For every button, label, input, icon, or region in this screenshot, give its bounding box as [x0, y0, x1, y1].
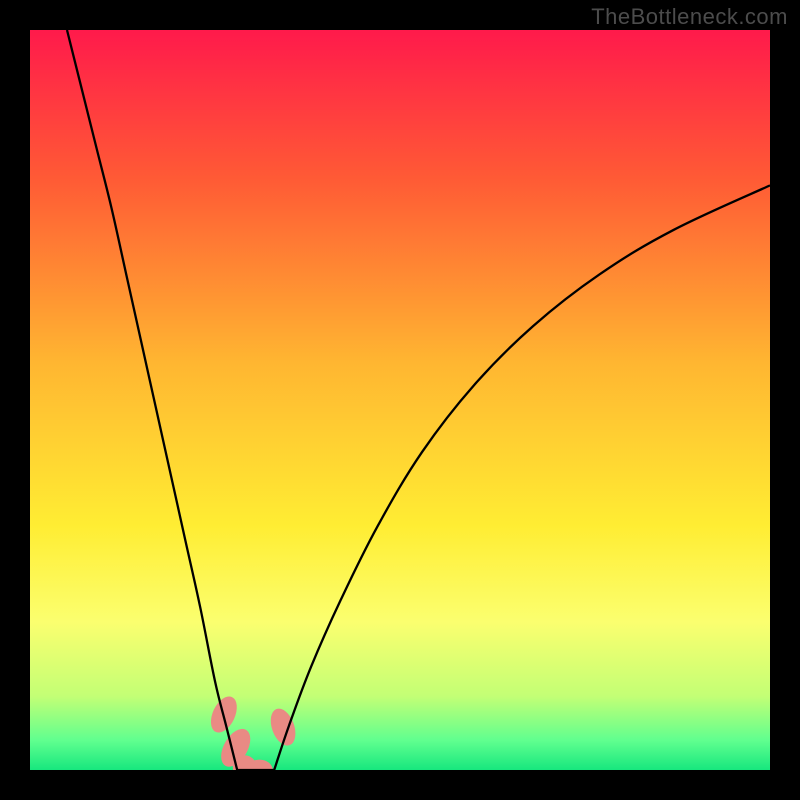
chart-svg — [30, 30, 770, 770]
chart-frame: TheBottleneck.com — [0, 0, 800, 800]
gradient-background — [30, 30, 770, 770]
plot-area — [30, 30, 770, 770]
watermark-text: TheBottleneck.com — [591, 4, 788, 30]
